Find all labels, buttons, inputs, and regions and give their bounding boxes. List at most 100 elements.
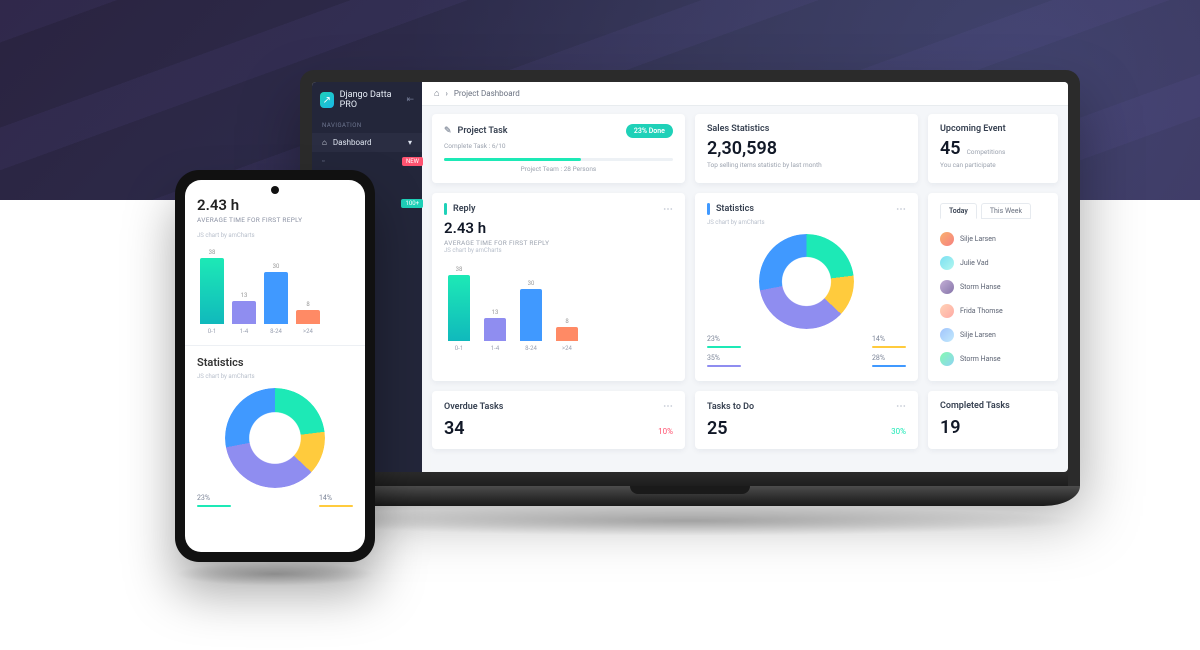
legend-b: 14% [319, 494, 332, 502]
sales-sub: Top selling items statistic by last mont… [707, 161, 906, 169]
card-title: Tasks to Do [707, 402, 754, 412]
card-title: Statistics [716, 204, 754, 214]
bar [484, 318, 506, 341]
avatar [940, 256, 954, 270]
crumb-current: Project Dashboard [454, 89, 520, 98]
bar-label: 8-24 [270, 328, 282, 335]
sidebar-item-dashboard[interactable]: ⌂ Dashboard ▾ [312, 133, 422, 152]
people-row[interactable]: Silje Larsen [940, 323, 1046, 347]
accent-bar [444, 203, 447, 215]
avatar [940, 352, 954, 366]
people-row[interactable]: Silje Larsen [940, 227, 1046, 251]
bar-value: 38 [456, 266, 463, 273]
card-people: Today This Week Silje Larsen Julie Vad Sto… [928, 193, 1058, 381]
people-row[interactable]: Frida Thomse [940, 299, 1046, 323]
sidebar-section-label: NAVIGATION [312, 118, 422, 133]
accent-bar [707, 203, 710, 215]
bar [556, 327, 578, 341]
bar-label: >24 [562, 345, 572, 352]
chart-credit: JS chart by amCharts [707, 219, 906, 226]
app-main: ⌂ › Project Dashboard ✎ Project Task 23%… [422, 82, 1068, 472]
task-team-text: Project Team : 28 Persons [444, 165, 673, 173]
bar-column: 380-1 [448, 266, 470, 353]
bar-label: 1-4 [240, 328, 248, 335]
donut-legend: 23% 14% [707, 335, 906, 348]
badge-count: 100+ [401, 199, 423, 208]
breadcrumb: ⌂ › Project Dashboard [422, 82, 1068, 106]
edit-icon: ✎ [444, 126, 452, 136]
brand-icon: ↗ [320, 92, 334, 108]
avatar [940, 328, 954, 342]
people-row[interactable]: Storm Hanse [940, 347, 1046, 371]
card-title: Upcoming Event [940, 124, 1006, 134]
donut-legend-2: 35% 28% [707, 354, 906, 367]
people-list: Silje Larsen Julie Vad Storm Hanse Frida Th… [940, 227, 1046, 371]
card-more-icon[interactable]: ⋯ [663, 204, 673, 215]
bar [264, 272, 288, 325]
legend-c: 35% [707, 354, 720, 362]
phone-reply-value: 2.43 h [197, 196, 353, 214]
brand[interactable]: ↗ Django Datta PRO ⇤ [312, 82, 422, 118]
chart-credit: JS chart by amCharts [197, 373, 353, 380]
person-name: Storm Hanse [960, 355, 1001, 363]
people-row[interactable]: Storm Hanse [940, 275, 1046, 299]
completed-value: 19 [940, 417, 1046, 438]
collapse-icon[interactable]: ⇤ [406, 95, 414, 105]
bar-column: 30 8-24 [520, 280, 542, 353]
card-completed: Completed Tasks 19 [928, 391, 1058, 449]
chevron-down-icon: ▾ [408, 138, 412, 147]
bar-value: 8 [565, 318, 568, 325]
bar-label: 8-24 [525, 345, 537, 352]
bar-value: 13 [241, 292, 248, 299]
card-title: Completed Tasks [940, 401, 1010, 411]
bar-label: >24 [303, 328, 313, 335]
bar-value: 30 [273, 263, 280, 270]
bar-value: 13 [492, 309, 499, 316]
avatar [940, 280, 954, 294]
chart-credit: JS chart by amCharts [197, 232, 353, 239]
bar [296, 310, 320, 324]
overdue-value: 34 [444, 418, 465, 439]
events-sub: You can participate [940, 161, 1046, 169]
bar-column: 131-4 [484, 309, 506, 352]
legend-b: 14% [872, 335, 885, 343]
people-row[interactable]: Julie Vad [940, 251, 1046, 275]
bar-column: 30 8-24 [265, 263, 287, 336]
home-icon: ⌂ [322, 138, 327, 147]
home-icon[interactable]: ⌂ [434, 88, 439, 99]
badge-new: NEW [402, 157, 423, 166]
tab-week[interactable]: This Week [981, 203, 1031, 219]
card-events: Upcoming Event 45 Competitions You can p… [928, 114, 1058, 183]
bar-value: 38 [209, 249, 216, 256]
stats-donut-chart [759, 234, 854, 329]
sidebar-item-placeholder-1[interactable]: ▫ NEW [312, 152, 422, 170]
legend-a: 23% [197, 494, 210, 502]
task-complete-text: Complete Task : 6/10 [444, 142, 673, 150]
bar [232, 301, 256, 324]
bar [448, 275, 470, 342]
card-overdue: Overdue Tasks⋯ 34 10% [432, 391, 685, 449]
card-sales: Sales Statistics 2,30,598 Top selling it… [695, 114, 918, 183]
person-name: Silje Larsen [960, 331, 996, 339]
person-name: Storm Hanse [960, 283, 1001, 291]
laptop-mockup: ↗ Django Datta PRO ⇤ NAVIGATION ⌂ Dashbo… [300, 70, 1080, 536]
todo-delta: 30% [891, 427, 906, 436]
sidebar-item-label: Dashboard [333, 138, 372, 147]
card-more-icon[interactable]: ⋯ [896, 401, 906, 412]
card-more-icon[interactable]: ⋯ [896, 204, 906, 215]
person-name: Julie Vad [960, 259, 989, 267]
card-todo: Tasks to Do⋯ 25 30% [695, 391, 918, 449]
bar-value: 8 [306, 301, 309, 308]
events-sub-strong: Competitions [967, 148, 1006, 156]
card-more-icon[interactable]: ⋯ [663, 401, 673, 412]
card-project-task: ✎ Project Task 23% Done Complete Task : … [432, 114, 685, 183]
tab-today[interactable]: Today [940, 203, 977, 219]
bar-column: 8 >24 [297, 301, 319, 335]
reply-bar-chart: 380-1 131-4 30 8-24 8 >24 [444, 262, 673, 352]
bar-value: 30 [528, 280, 535, 287]
card-title: Sales Statistics [707, 124, 769, 134]
chart-credit: JS chart by amCharts [444, 247, 673, 254]
card-reply: Reply ⋯ 2.43 h AVERAGE TIME FOR FIRST RE… [432, 193, 685, 381]
person-name: Frida Thomse [960, 307, 1003, 315]
phone-reply-caption: AVERAGE TIME FOR FIRST REPLY [197, 216, 353, 224]
